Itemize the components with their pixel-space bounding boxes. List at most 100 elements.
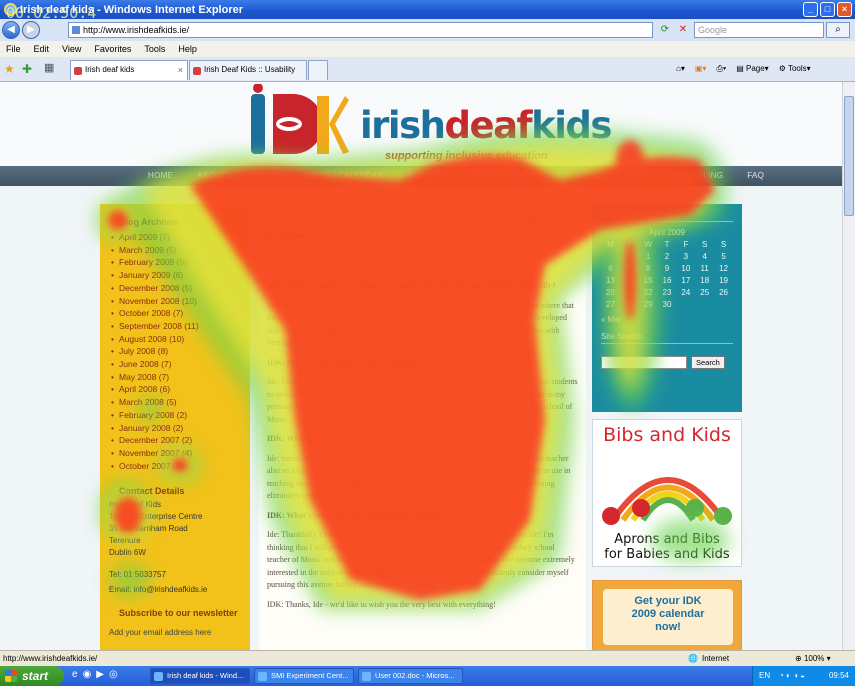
- nav-home[interactable]: HOME: [148, 166, 173, 186]
- calendar-day[interactable]: 9: [658, 264, 677, 273]
- site-search-input[interactable]: [601, 356, 687, 369]
- nav-news-calendar[interactable]: NEWS / CALENDAR: [305, 166, 384, 186]
- archive-link[interactable]: March 2008 (5): [109, 396, 241, 409]
- calendar-day[interactable]: 15: [639, 276, 658, 285]
- calendar-day[interactable]: 8: [639, 264, 658, 273]
- search-icon[interactable]: ⌕: [826, 22, 850, 38]
- calendar-day[interactable]: 11: [695, 264, 714, 273]
- calendar-day[interactable]: 16: [658, 276, 677, 285]
- forward-button[interactable]: ▶: [22, 21, 40, 39]
- archive-link[interactable]: April 2009 (7): [109, 231, 241, 244]
- tab-usability[interactable]: Irish Deaf Kids :: Usability: [189, 60, 307, 80]
- zoom-control[interactable]: ⊕ 100% ▾: [795, 651, 831, 666]
- archive-link[interactable]: February 2009 (5): [109, 256, 241, 269]
- archive-link[interactable]: June 2008 (7): [109, 358, 241, 371]
- calendar-day[interactable]: 12: [714, 264, 733, 273]
- calendar-day[interactable]: 7: [620, 264, 639, 273]
- site-search-button[interactable]: Search: [691, 356, 725, 369]
- nav-parents[interactable]: PARENTS: [408, 166, 447, 186]
- task-word[interactable]: User 002.doc - Micros...: [358, 668, 463, 684]
- nav-faq[interactable]: FAQ: [747, 166, 764, 186]
- calendar-day[interactable]: 23: [658, 288, 677, 297]
- calendar-day[interactable]: 1: [639, 252, 658, 261]
- minimize-button[interactable]: _: [803, 2, 818, 17]
- contact-email[interactable]: Email: info@irishdeafkids.ie: [109, 585, 241, 594]
- archive-link[interactable]: September 2008 (11): [109, 320, 241, 333]
- archive-link[interactable]: July 2008 (8): [109, 345, 241, 358]
- task-ie[interactable]: Irish deaf kids - Wind...: [150, 668, 250, 684]
- page-menu[interactable]: ▤ Page▾: [736, 61, 768, 77]
- calendar-day[interactable]: 20: [601, 288, 620, 297]
- media-quicklaunch-icon[interactable]: ▶: [96, 669, 104, 680]
- vertical-scrollbar[interactable]: [842, 82, 855, 650]
- calendar-day[interactable]: 29: [639, 300, 658, 309]
- ie-quicklaunch-icon[interactable]: e: [72, 669, 78, 680]
- maximize-button[interactable]: □: [820, 2, 835, 17]
- menu-file[interactable]: File: [6, 41, 21, 57]
- print-icon[interactable]: ⎙▾: [716, 61, 726, 77]
- calendar-day[interactable]: 10: [676, 264, 695, 273]
- archive-link[interactable]: December 2007 (2): [109, 434, 241, 447]
- calendar-day[interactable]: 3: [676, 252, 695, 261]
- archive-link[interactable]: October 2008 (7): [109, 307, 241, 320]
- calendar-prev-link[interactable]: « Mar: [601, 315, 733, 324]
- calendar-day[interactable]: 30: [658, 300, 677, 309]
- archive-link[interactable]: May 2008 (7): [109, 371, 241, 384]
- archive-link[interactable]: March 2009 (5): [109, 244, 241, 257]
- calendar-ad[interactable]: Get your IDK 2009 calendar now!: [592, 580, 742, 650]
- calendar-day[interactable]: 2: [658, 252, 677, 261]
- calendar-day[interactable]: [620, 252, 639, 261]
- nav-forum[interactable]: FORUM: [250, 166, 281, 186]
- calendar-day[interactable]: 6: [601, 264, 620, 273]
- calendar-day[interactable]: 19: [714, 276, 733, 285]
- app-quicklaunch-icon[interactable]: ◎: [109, 669, 118, 680]
- nav-about[interactable]: ABOUT: [197, 166, 226, 186]
- calendar-day[interactable]: 14: [620, 276, 639, 285]
- calendar-day[interactable]: 26: [714, 288, 733, 297]
- archive-link[interactable]: February 2008 (2): [109, 409, 241, 422]
- calendar-day[interactable]: 5: [714, 252, 733, 261]
- archive-link[interactable]: December 2008 (5): [109, 282, 241, 295]
- nav-schooling[interactable]: SCHOOLING: [673, 166, 724, 186]
- menu-tools[interactable]: Tools: [144, 41, 165, 57]
- firefox-quicklaunch-icon[interactable]: ◉: [83, 669, 92, 680]
- tab-irish-deaf-kids[interactable]: Irish deaf kids ×: [70, 60, 188, 80]
- calendar-day[interactable]: [714, 300, 733, 309]
- archive-link[interactable]: January 2009 (6): [109, 269, 241, 282]
- archive-link[interactable]: November 2008 (10): [109, 295, 241, 308]
- back-button[interactable]: ◀: [2, 21, 20, 39]
- calendar-day[interactable]: 18: [695, 276, 714, 285]
- quick-tabs-icon[interactable]: ▦: [44, 61, 54, 74]
- calendar-day[interactable]: 4: [695, 252, 714, 261]
- calendar-day[interactable]: 27: [601, 300, 620, 309]
- calendar-day[interactable]: 24: [676, 288, 695, 297]
- security-zone[interactable]: 🌐 Internet: [688, 651, 729, 666]
- scrollbar-thumb[interactable]: [844, 96, 854, 216]
- menu-edit[interactable]: Edit: [34, 41, 50, 57]
- calendar-day[interactable]: 28: [620, 300, 639, 309]
- start-button[interactable]: start: [0, 666, 64, 686]
- refresh-icon[interactable]: ⟳: [658, 22, 672, 37]
- favorites-star-icon[interactable]: ★: [4, 62, 15, 76]
- calendar-day[interactable]: 25: [695, 288, 714, 297]
- tab-close-icon[interactable]: ×: [178, 61, 183, 79]
- site-logo-text[interactable]: irishdeafkids: [360, 104, 612, 147]
- menu-view[interactable]: View: [62, 41, 81, 57]
- nav-hearing-matters[interactable]: HEARING MATTERS: [471, 166, 552, 186]
- close-button[interactable]: ×: [837, 2, 852, 17]
- calendar-day[interactable]: 22: [639, 288, 658, 297]
- calendar-day[interactable]: [676, 300, 695, 309]
- home-icon[interactable]: ⌂▾: [676, 61, 685, 77]
- nav-communication[interactable]: COMMUNICATION: [576, 166, 649, 186]
- calendar-day[interactable]: 17: [676, 276, 695, 285]
- search-input[interactable]: Google: [694, 22, 824, 38]
- idk-logo-icon[interactable]: [245, 84, 350, 160]
- archive-link[interactable]: October 2007 (8): [109, 460, 241, 473]
- stop-icon[interactable]: ✕: [676, 22, 690, 37]
- archive-link[interactable]: April 2008 (6): [109, 383, 241, 396]
- archive-link[interactable]: January 2008 (2): [109, 422, 241, 435]
- url-field[interactable]: http://www.irishdeafkids.ie/: [68, 22, 653, 38]
- archive-link[interactable]: November 2007 (4): [109, 447, 241, 460]
- calendar-day[interactable]: [601, 252, 620, 261]
- tray-icons[interactable]: ◔ ◐ ◑ ◒: [779, 666, 805, 686]
